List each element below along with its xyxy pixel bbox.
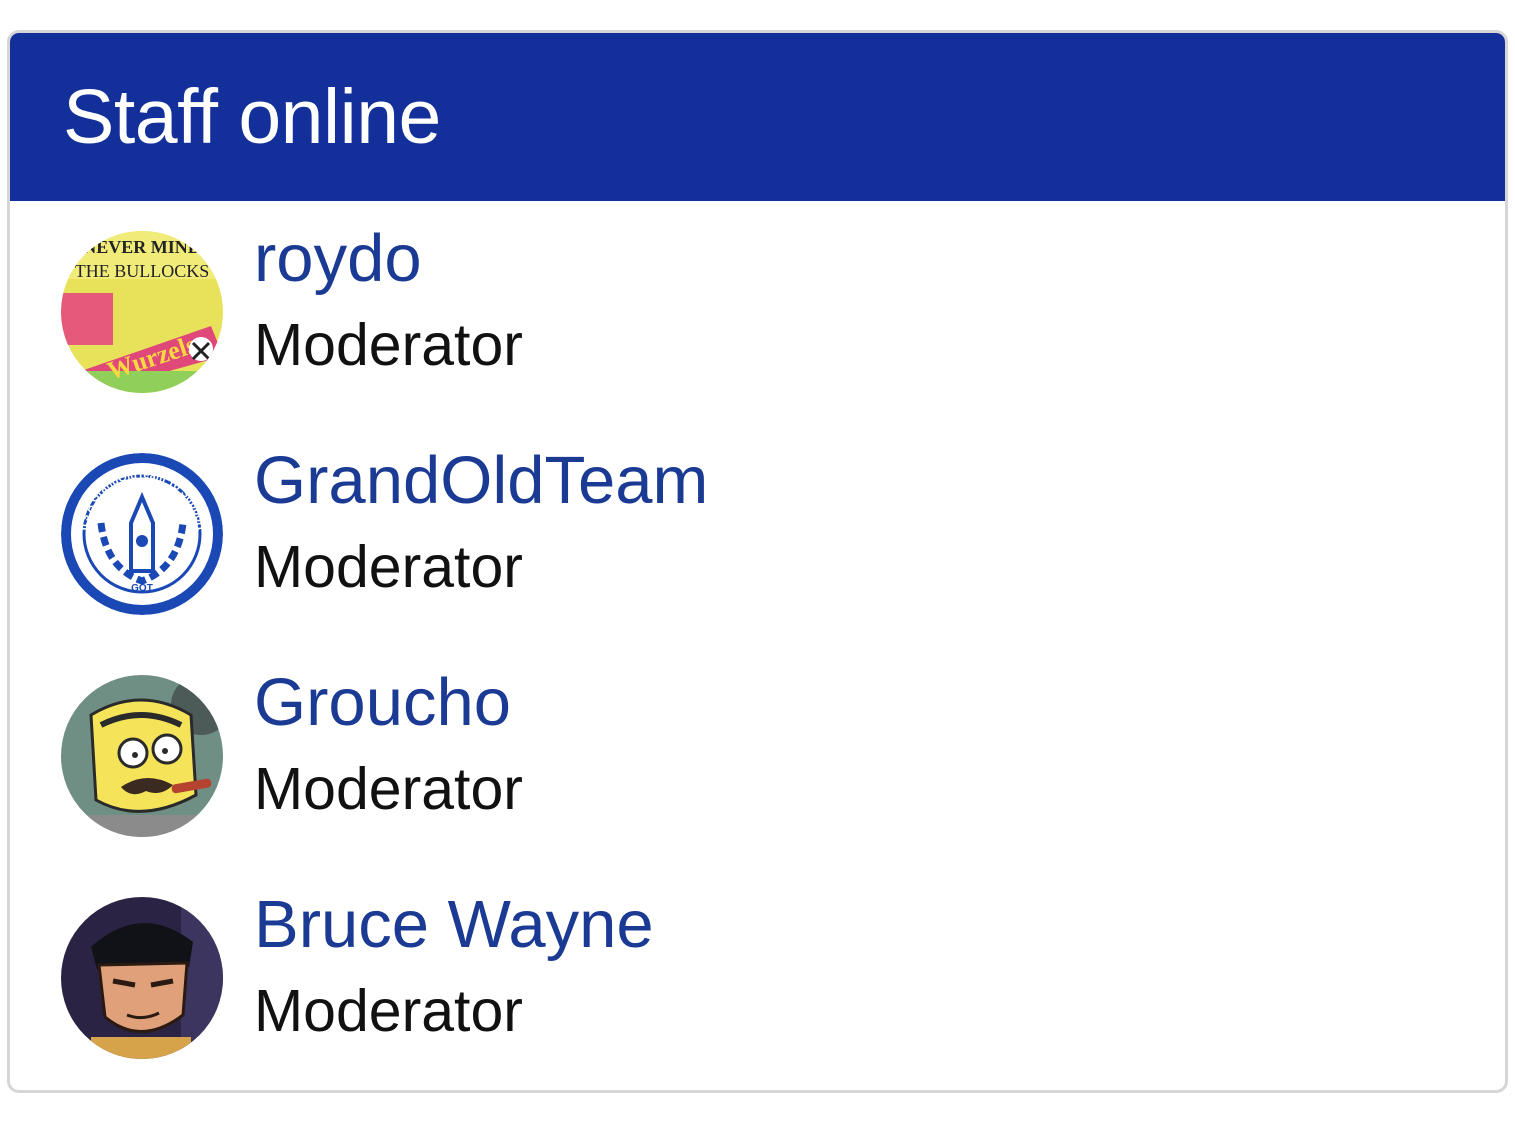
album-cover-avatar-icon: NEVER MIND THE BULLOCKS Wurzels: [61, 231, 223, 393]
member-role: Moderator: [254, 312, 523, 378]
member-name-link[interactable]: roydo: [254, 225, 523, 292]
svg-text:GOT: GOT: [131, 583, 153, 594]
avatar[interactable]: NEVER MIND THE BULLOCKS Wurzels: [61, 231, 223, 393]
staff-list: NEVER MIND THE BULLOCKS Wurzels roydo Mo…: [10, 225, 1505, 1090]
cartoon-face-avatar-icon: [61, 897, 223, 1059]
member-info: roydo Moderator: [254, 225, 523, 378]
avatar[interactable]: [61, 675, 223, 837]
member-info: Groucho Moderator: [254, 669, 523, 822]
staff-online-widget: Staff online NEVER MIND THE BULLOCKS Wur…: [7, 30, 1508, 1093]
list-item: Bruce Wayne Moderator: [10, 891, 1505, 1090]
member-role: Moderator: [254, 978, 523, 1044]
member-name-link[interactable]: Bruce Wayne: [254, 891, 654, 958]
club-crest-avatar-icon: It's A GrandOldTeam To Support GOT: [61, 453, 223, 615]
cartoon-face-avatar-icon: [61, 675, 223, 837]
member-role: Moderator: [254, 756, 523, 822]
member-info: Bruce Wayne Moderator: [254, 891, 654, 1044]
list-item: Groucho Moderator: [10, 669, 1505, 893]
avatar[interactable]: It's A GrandOldTeam To Support GOT: [61, 453, 223, 615]
member-name-link[interactable]: Groucho: [254, 669, 523, 736]
widget-title: Staff online: [63, 73, 441, 160]
avatar[interactable]: [61, 897, 223, 1059]
member-info: GrandOldTeam Moderator: [254, 447, 708, 600]
member-name-link[interactable]: GrandOldTeam: [254, 447, 708, 514]
list-item: NEVER MIND THE BULLOCKS Wurzels roydo Mo…: [10, 225, 1505, 449]
list-item: It's A GrandOldTeam To Support GOT Grand…: [10, 447, 1505, 671]
svg-text:NEVER MIND: NEVER MIND: [83, 237, 201, 257]
widget-header: Staff online: [10, 33, 1505, 201]
svg-text:THE BULLOCKS: THE BULLOCKS: [75, 261, 210, 281]
member-role: Moderator: [254, 534, 523, 600]
